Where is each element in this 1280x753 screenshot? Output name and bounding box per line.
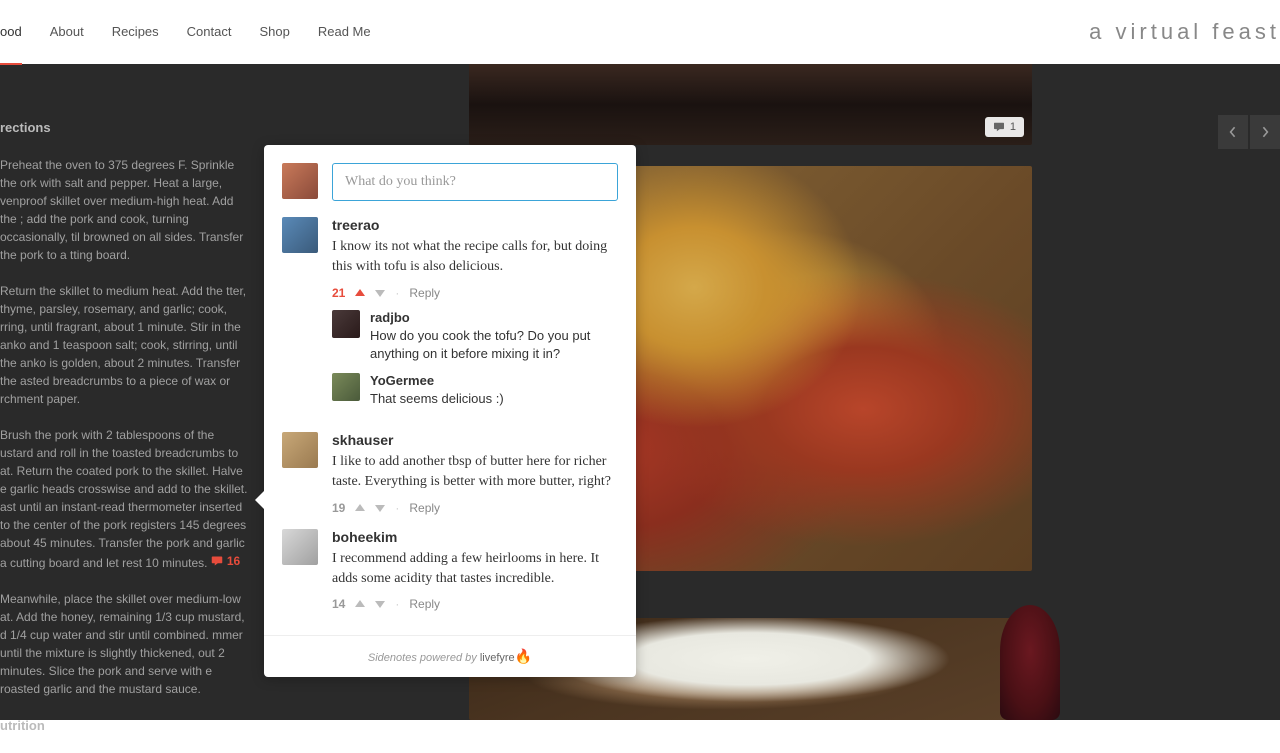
fire-icon: 🔥 [515,648,532,664]
hero-comment-badge[interactable]: 1 [985,117,1024,137]
nav-link-recipes[interactable]: Recipes [112,0,159,65]
upvote-button[interactable] [355,597,365,611]
directions-step-4: Meanwhile, place the skillet over medium… [0,590,250,698]
comment-item: skhauser I like to add another tbsp of b… [282,432,618,515]
sidenote-popover: treerao I know its not what the recipe c… [264,145,636,677]
directions-step-3: Brush the pork with 2 tablespoons of the… [0,426,250,572]
separator: · [395,286,399,300]
commenter-avatar [282,529,318,565]
nav-link-shop[interactable]: Shop [259,0,289,65]
replier-avatar [332,310,360,338]
chevron-right-icon [1261,125,1269,139]
site-brand: a virtual feast [1089,19,1280,45]
nav-link-food[interactable]: ood [0,0,22,65]
nav-link-readme[interactable]: Read Me [318,0,371,65]
nav-link-contact[interactable]: Contact [187,0,232,65]
comment-icon [993,122,1005,132]
comment-input-row [282,163,618,201]
directions-panel: rections Preheat the oven to 375 degrees… [0,118,250,753]
nav-links: ood About Recipes Contact Shop Read Me [0,0,371,65]
commenter-avatar [282,217,318,253]
comment-input[interactable] [332,163,618,201]
nutrition-heading: utrition [0,716,250,736]
comment-text: I recommend adding a few heirlooms in he… [332,549,618,590]
livefyre-brand[interactable]: livefyre🔥 [480,652,532,664]
wine-glass-image [1000,605,1060,720]
pager-prev-button[interactable] [1218,115,1248,149]
reply-item: radjbo How do you cook the tofu? Do you … [332,310,618,363]
comment-item: boheekim I recommend adding a few heirlo… [282,529,618,612]
upvote-button[interactable] [355,286,365,300]
pager-next-button[interactable] [1250,115,1280,149]
reply-text: How do you cook the tofu? Do you put any… [370,327,618,363]
comment-item: treerao I know its not what the recipe c… [282,217,618,418]
vote-count: 14 [332,597,345,611]
top-nav: ood About Recipes Contact Shop Read Me a… [0,0,1280,64]
separator: · [395,597,399,611]
separator: · [395,501,399,515]
upvote-button[interactable] [355,501,365,515]
vote-count: 21 [332,286,345,300]
vote-count: 19 [332,501,345,515]
directions-heading: rections [0,118,250,138]
commenter-name[interactable]: boheekim [332,529,618,545]
reply-text: That seems delicious :) [370,390,618,408]
comment-meta: 19 · Reply [332,501,618,515]
downvote-button[interactable] [375,597,385,611]
reply-button[interactable]: Reply [409,597,440,611]
replier-name[interactable]: radjbo [370,310,618,325]
comment-meta: 21 · Reply [332,286,618,300]
downvote-button[interactable] [375,286,385,300]
comment-icon [211,555,223,567]
comment-meta: 14 · Reply [332,597,618,611]
commenter-name[interactable]: treerao [332,217,618,233]
sidenote-footer: Sidenotes powered by livefyre🔥 [264,635,636,677]
chevron-left-icon [1229,125,1237,139]
replier-avatar [332,373,360,401]
comment-text: I like to add another tbsp of butter her… [332,452,618,493]
popover-arrow [255,490,265,510]
downvote-button[interactable] [375,501,385,515]
reply-button[interactable]: Reply [409,286,440,300]
comment-text: I know its not what the recipe calls for… [332,237,618,278]
commenter-avatar [282,432,318,468]
reply-button[interactable]: Reply [409,501,440,515]
current-user-avatar [282,163,318,199]
nav-link-about[interactable]: About [50,0,84,65]
directions-step-2: Return the skillet to medium heat. Add t… [0,282,250,408]
replier-name[interactable]: YoGermee [370,373,618,388]
directions-step-1: Preheat the oven to 375 degrees F. Sprin… [0,156,250,264]
image-pager [1218,115,1280,149]
commenter-name[interactable]: skhauser [332,432,618,448]
hero-image: 1 [469,64,1032,145]
step-comment-count[interactable]: 16 [211,552,240,570]
reply-item: YoGermee That seems delicious :) [332,373,618,408]
